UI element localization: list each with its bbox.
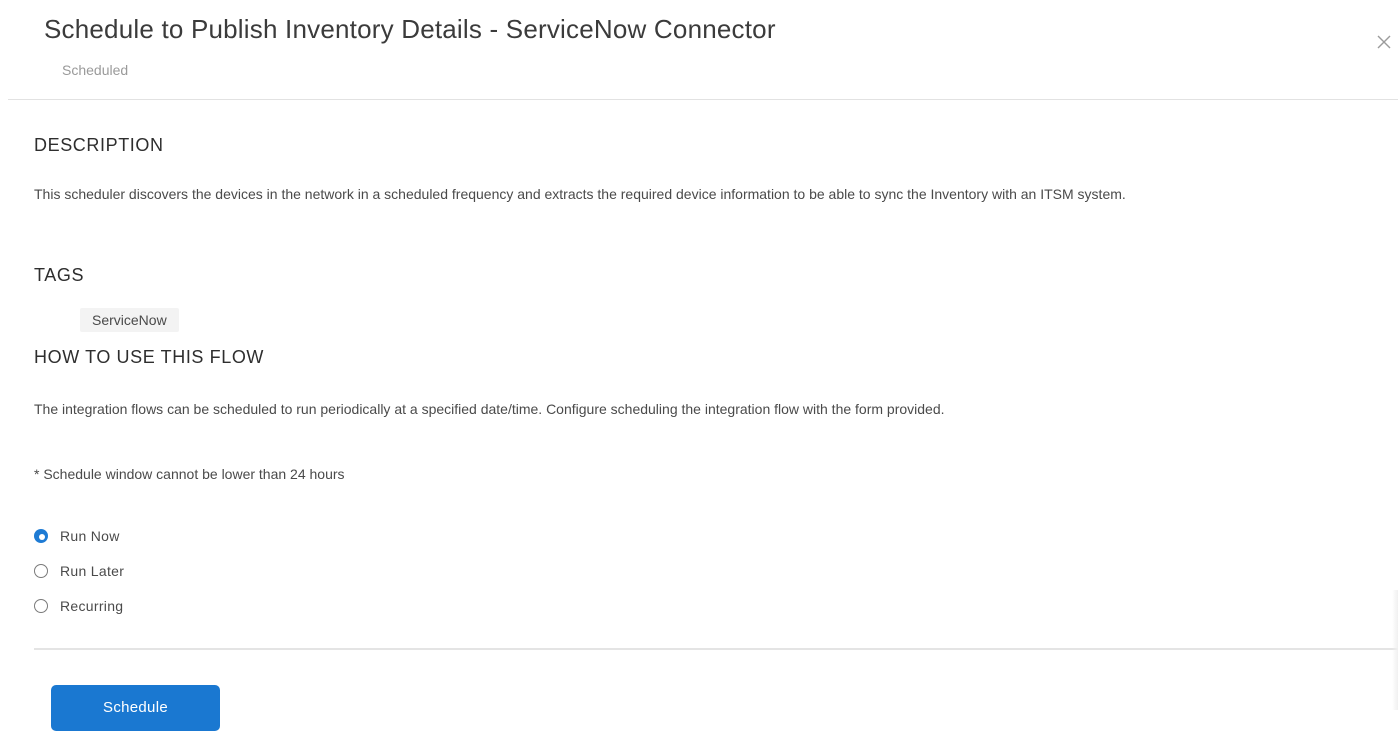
scroll-edge xyxy=(1392,590,1398,710)
radio-button[interactable] xyxy=(34,599,48,613)
footer-divider xyxy=(34,648,1398,650)
tag-servicenow: ServiceNow xyxy=(80,308,179,332)
page-title: Schedule to Publish Inventory Details - … xyxy=(44,14,776,44)
status-label: Scheduled xyxy=(62,62,129,78)
radio-button-checked[interactable] xyxy=(34,529,48,543)
radio-button[interactable] xyxy=(34,564,48,578)
close-icon[interactable] xyxy=(1374,32,1394,52)
how-to-heading: HOW TO USE THIS FLOW xyxy=(34,347,265,367)
schedule-button[interactable]: Schedule xyxy=(51,685,220,731)
description-heading: DESCRIPTION xyxy=(34,135,164,155)
tags-heading: TAGS xyxy=(34,265,85,285)
header-divider xyxy=(8,99,1398,100)
radio-recurring[interactable]: Recurring xyxy=(34,595,123,617)
how-to-text: The integration flows can be scheduled t… xyxy=(34,401,945,417)
radio-run-now[interactable]: Run Now xyxy=(34,525,120,547)
radio-label-run-now: Run Now xyxy=(60,528,120,544)
panel-header: Schedule to Publish Inventory Details - … xyxy=(0,0,1398,100)
radio-label-recurring: Recurring xyxy=(60,598,124,614)
schedule-window-note: * Schedule window cannot be lower than 2… xyxy=(34,466,345,482)
radio-label-run-later: Run Later xyxy=(60,563,125,579)
description-text: This scheduler discovers the devices in … xyxy=(34,186,1126,202)
radio-run-later[interactable]: Run Later xyxy=(34,560,124,582)
schedule-panel: Schedule to Publish Inventory Details - … xyxy=(0,0,1398,734)
